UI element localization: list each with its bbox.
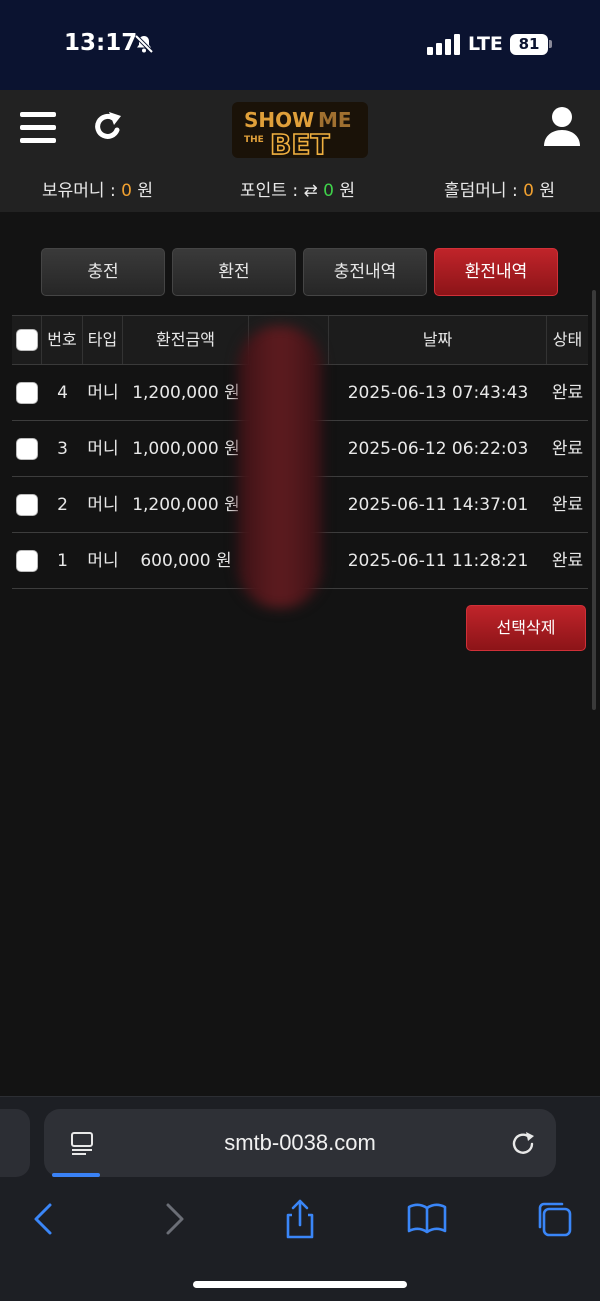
row-amount: 600,000 원 (140, 551, 232, 571)
battery-icon: 81 (510, 34, 548, 55)
signal-icon (427, 33, 461, 55)
col-date: 날짜 (329, 316, 547, 364)
delete-selected-button[interactable]: 선택삭제 (466, 605, 586, 651)
scrollbar[interactable] (592, 290, 596, 710)
row-status: 완료 (551, 495, 584, 515)
row-status: 완료 (551, 439, 584, 459)
bookmarks-icon[interactable] (405, 1197, 449, 1241)
balance-bar: 보유머니 : 0 원 포인트 : ⇄ 0 원 홀덤머니 : 0 원 (0, 176, 600, 202)
tabs-icon[interactable] (532, 1197, 576, 1241)
user-icon[interactable] (544, 106, 580, 146)
col-number: 번호 (42, 316, 83, 364)
reload-icon[interactable] (510, 1130, 536, 1156)
tab-withdraw[interactable]: 환전 (172, 248, 296, 296)
row-amount: 1,000,000 원 (132, 439, 240, 459)
row-checkbox[interactable] (16, 382, 38, 404)
row-amount: 1,200,000 원 (132, 495, 240, 515)
row-checkbox[interactable] (16, 438, 38, 460)
browser-toolbar: smtb-0038.com (0, 1096, 600, 1301)
address-bar[interactable]: smtb-0038.com (44, 1109, 556, 1177)
row-date: 2025-06-13 07:43:43 (347, 383, 529, 403)
select-all-checkbox[interactable] (16, 329, 38, 351)
tab-deposit[interactable]: 충전 (41, 248, 165, 296)
row-number: 4 (57, 383, 68, 403)
col-type: 타입 (83, 316, 123, 364)
row-status: 완료 (551, 383, 584, 403)
hamburger-menu-icon[interactable] (20, 112, 56, 144)
row-number: 3 (57, 439, 68, 459)
row-checkbox[interactable] (16, 550, 38, 572)
row-amount: 1,200,000 원 (132, 383, 240, 403)
row-number: 1 (57, 551, 68, 571)
exchange-arrows-icon[interactable]: ⇄ (303, 181, 317, 201)
col-amount: 환전금액 (123, 316, 249, 364)
back-icon[interactable] (22, 1197, 66, 1241)
url-text: smtb-0038.com (224, 1130, 376, 1155)
bell-muted-icon (134, 34, 154, 54)
holding-money: 보유머니 : 0 원 (42, 181, 153, 201)
battery-tip (549, 40, 552, 48)
redaction-overlay (238, 326, 322, 608)
home-indicator (193, 1281, 407, 1288)
holdem-money: 홀덤머니 : 0 원 (444, 181, 555, 201)
row-type: 머니 (87, 551, 119, 571)
row-date: 2025-06-11 11:28:21 (347, 551, 529, 571)
row-type: 머니 (87, 383, 119, 403)
tab-deposit-history[interactable]: 충전내역 (303, 248, 427, 296)
row-number: 2 (57, 495, 68, 515)
svg-text:THE: THE (244, 135, 264, 145)
row-checkbox[interactable] (16, 494, 38, 516)
status-time: 13:17 (64, 30, 138, 56)
site-header: SHOW ME THE BET 보유머니 : 0 원 포인트 : ⇄ 0 원 홀… (0, 90, 600, 212)
status-bar: 13:17 LTE 81 (0, 0, 600, 90)
row-status: 완료 (551, 551, 584, 571)
row-type: 머니 (87, 495, 119, 515)
row-date: 2025-06-12 06:22:03 (347, 439, 529, 459)
share-icon[interactable] (278, 1197, 322, 1241)
refresh-icon[interactable] (90, 110, 124, 146)
col-status: 상태 (552, 330, 583, 349)
network-type: LTE (468, 33, 503, 55)
svg-text:BET: BET (270, 128, 330, 160)
row-date: 2025-06-11 14:37:01 (347, 495, 529, 515)
site-logo[interactable]: SHOW ME THE BET (230, 100, 370, 160)
forward-icon[interactable] (152, 1197, 196, 1241)
points: 포인트 : ⇄ 0 원 (240, 181, 355, 201)
row-type: 머니 (87, 439, 119, 459)
previous-tab-preview[interactable] (0, 1109, 30, 1177)
header-checkbox-cell (12, 316, 42, 364)
tab-withdraw-history[interactable]: 환전내역 (434, 248, 558, 296)
